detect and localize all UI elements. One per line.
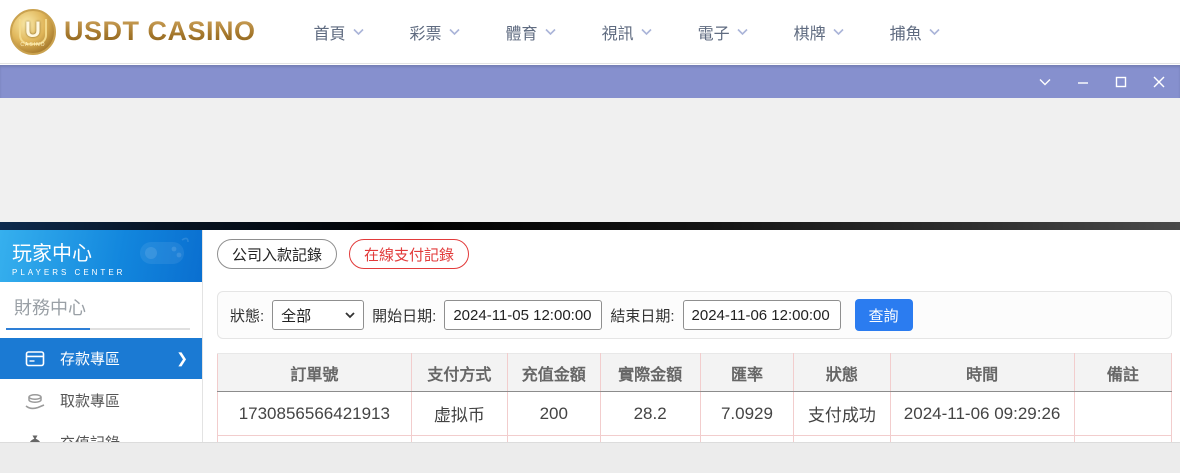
- chevron-down-icon: [345, 311, 355, 319]
- sidebar-item-label: 存款專區: [60, 348, 120, 369]
- col-status: 狀態: [794, 354, 890, 392]
- tab-company-deposit-records[interactable]: 公司入款記錄: [217, 239, 337, 269]
- table-header-row: 訂單號 支付方式 充值金額 實際金額 匯率 狀態 時間 備註: [218, 354, 1172, 392]
- col-order-id: 訂單號: [218, 354, 412, 392]
- sidebar: 玩家中心 PLAYERS CENTER 財務中心 存款專區 ❯: [0, 230, 203, 442]
- chevron-down-icon: [545, 26, 556, 37]
- main-nav: 首頁 彩票 體育 視訊 電子 棋牌 捕魚: [314, 20, 940, 44]
- nav-item-home[interactable]: 首頁: [314, 20, 364, 44]
- sidebar-item-label: 取款專區: [60, 390, 120, 411]
- chevron-right-icon: ❯: [176, 350, 188, 367]
- brand-logo-icon: U CASINO: [10, 9, 56, 55]
- sidebar-item-label: 充值記錄: [60, 432, 120, 442]
- logo-caption: CASINO: [12, 42, 54, 48]
- end-date-label: 結束日期:: [610, 305, 674, 326]
- col-actual-amount: 實際金額: [600, 354, 700, 392]
- chevron-down-icon: [929, 26, 940, 37]
- section-divider: [6, 328, 190, 330]
- bottom-page-strip: [0, 442, 1180, 473]
- search-button[interactable]: 查詢: [855, 299, 913, 331]
- start-date-input[interactable]: [444, 300, 602, 330]
- chevron-down-icon[interactable]: [1034, 71, 1056, 93]
- tab-label: 公司入款記錄: [232, 244, 322, 265]
- status-label: 狀態:: [230, 305, 264, 326]
- money-bag-icon: $: [24, 434, 46, 443]
- tab-online-payment-records[interactable]: 在線支付記錄: [349, 239, 469, 269]
- cell-status: 支付成功: [794, 392, 890, 436]
- withdraw-hand-icon: [24, 392, 46, 410]
- nav-item-lottery[interactable]: 彩票: [410, 20, 460, 44]
- finance-center-title: 財務中心: [0, 282, 202, 328]
- dark-divider-strip: [0, 222, 1180, 230]
- close-button[interactable]: [1148, 71, 1170, 93]
- nav-label: 視訊: [602, 20, 634, 44]
- nav-item-sports[interactable]: 體育: [506, 20, 556, 44]
- minimize-button[interactable]: [1072, 71, 1094, 93]
- table-row: 1730856566421913 虚拟币 200 28.2 7.0929 支付成…: [218, 392, 1172, 436]
- main-panel: 公司入款記錄 在線支付記錄 狀態: 全部 開始日期: 結束日期: 查詢: [203, 230, 1180, 442]
- col-recharge-amount: 充值金額: [508, 354, 601, 392]
- desktop-background: [0, 98, 1180, 222]
- chevron-down-icon: [833, 26, 844, 37]
- chevron-down-icon: [353, 26, 364, 37]
- cell-recharge-amount: 200: [508, 392, 601, 436]
- nav-item-live[interactable]: 視訊: [602, 20, 652, 44]
- cell-actual-amount: 28.2: [600, 392, 700, 436]
- status-select[interactable]: 全部: [272, 300, 364, 330]
- window-title-bar: [0, 65, 1180, 98]
- records-table-wrap: 訂單號 支付方式 充值金額 實際金額 匯率 狀態 時間 備註 173085656…: [217, 353, 1172, 442]
- end-date-input[interactable]: [683, 300, 841, 330]
- nav-label: 捕魚: [890, 20, 922, 44]
- brand[interactable]: U CASINO USDT CASINO: [10, 9, 256, 55]
- top-header: U CASINO USDT CASINO 首頁 彩票 體育 視訊 電子 棋牌: [0, 0, 1180, 64]
- nav-label: 棋牌: [794, 20, 826, 44]
- cell-time: 2024-11-06 09:29:26: [890, 392, 1074, 436]
- nav-label: 首頁: [314, 20, 346, 44]
- col-payment-method: 支付方式: [411, 354, 507, 392]
- content-area: 玩家中心 PLAYERS CENTER 財務中心 存款專區 ❯: [0, 230, 1180, 442]
- status-select-value: 全部: [281, 305, 311, 326]
- cell-order-id: 1730856566421913: [218, 392, 412, 436]
- maximize-button[interactable]: [1110, 71, 1132, 93]
- start-date-label: 開始日期:: [372, 305, 436, 326]
- records-table: 訂單號 支付方式 充值金額 實際金額 匯率 狀態 時間 備註 173085656…: [217, 353, 1172, 442]
- sidebar-item-recharge-records[interactable]: $ 充值記錄: [0, 422, 202, 442]
- record-tabs: 公司入款記錄 在線支付記錄: [217, 239, 1180, 269]
- chevron-down-icon: [737, 26, 748, 37]
- cell-remark: [1074, 392, 1171, 436]
- chevron-down-icon: [641, 26, 652, 37]
- filter-bar: 狀態: 全部 開始日期: 結束日期: 查詢: [217, 291, 1172, 339]
- nav-label: 電子: [698, 20, 730, 44]
- gamepad-icon: [134, 234, 192, 279]
- cell-payment-method: 虚拟币: [411, 392, 507, 436]
- col-time: 時間: [890, 354, 1074, 392]
- players-center-banner: 玩家中心 PLAYERS CENTER: [0, 230, 202, 282]
- nav-label: 體育: [506, 20, 538, 44]
- col-exchange-rate: 匯率: [700, 354, 793, 392]
- nav-item-slots[interactable]: 電子: [698, 20, 748, 44]
- nav-item-cards[interactable]: 棋牌: [794, 20, 844, 44]
- nav-label: 彩票: [410, 20, 442, 44]
- sidebar-item-deposit[interactable]: 存款專區 ❯: [0, 338, 202, 379]
- sidebar-item-withdraw[interactable]: 取款專區: [0, 380, 202, 421]
- chevron-down-icon: [449, 26, 460, 37]
- brand-name: USDT CASINO: [64, 16, 256, 47]
- tab-label: 在線支付記錄: [364, 244, 454, 265]
- nav-item-fishing[interactable]: 捕魚: [890, 20, 940, 44]
- cell-exchange-rate: 7.0929: [700, 392, 793, 436]
- deposit-card-icon: [24, 350, 46, 368]
- col-remark: 備註: [1074, 354, 1171, 392]
